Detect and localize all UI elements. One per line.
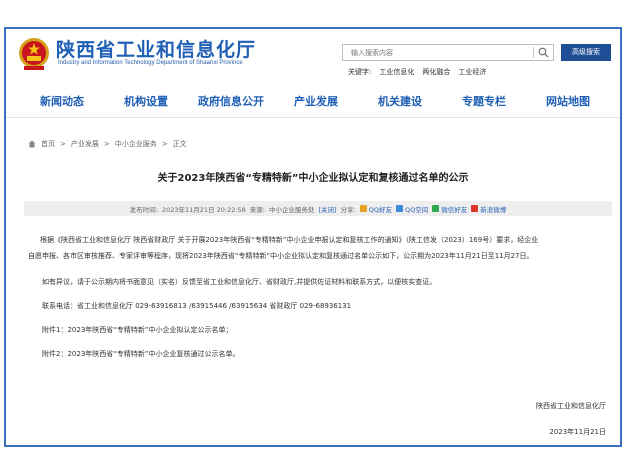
published-time: 2023年11月21日 20:22:58 — [161, 205, 246, 214]
site-subtitle: Industry and Information Technology Depa… — [58, 60, 243, 66]
nav-item-special-topics[interactable]: 专题专栏 — [462, 93, 506, 109]
share-qq-friend-label: QQ好友 — [368, 205, 393, 214]
nav-item-organ-building[interactable]: 机关建设 — [378, 93, 422, 109]
close-link[interactable]: [关闭] — [319, 204, 337, 214]
qq-icon — [359, 205, 367, 212]
site-title[interactable]: 陕西省工业和信息化厅 — [56, 35, 256, 62]
site-header: 陕西省工业和信息化厅 Industry and Information Tech… — [6, 29, 620, 83]
main-nav: 新闻动态 机构设置 政府信息公开 产业发展 机关建设 专题专栏 网站地图 — [6, 85, 620, 115]
paragraph-1-cont: 自愿申报、各市区审核推荐、专家评审等程序，现将2023年陕西省“专精特新”中小企… — [28, 252, 534, 260]
wechat-icon — [432, 205, 440, 212]
keyword-link[interactable]: 两化融合 — [422, 67, 450, 77]
nav-item-government-info[interactable]: 政府信息公开 — [198, 93, 264, 109]
paragraph-1: 根据《陕西省工业和信息化厅 陕西省财政厅 关于开展2023年陕西省“专精特新”中… — [40, 236, 539, 244]
search-keywords: 关键字: 工业信息化 两化融合 工业经济 — [348, 67, 486, 77]
article-title: 关于2023年陕西省“专精特新”中小企业拟认定和复核通过名单的公示 — [157, 173, 469, 184]
attachment-1[interactable]: 附件1：2023年陕西省“专精特新”中小企业拟认定公示名单； — [42, 325, 233, 335]
source-label: 来源: — [249, 205, 265, 214]
search-input[interactable] — [343, 45, 533, 60]
signature-date: 2023年11月21日 — [549, 428, 606, 436]
keyword-link[interactable]: 工业信息化 — [379, 67, 414, 77]
article-meta-bar: 发布时间: 2023年11月21日 20:22:58 来源: 中小企业服务处 [… — [24, 201, 612, 216]
breadcrumb-separator: > — [161, 140, 168, 148]
published-label: 发布时间: — [129, 205, 158, 214]
nav-item-sitemap[interactable]: 网站地图 — [546, 93, 590, 109]
search-box — [342, 44, 554, 61]
share-qq-friend[interactable]: QQ好友 — [359, 204, 393, 214]
keyword-link[interactable]: 工业经济 — [458, 67, 486, 77]
advanced-search-button[interactable]: 高级搜索 — [561, 44, 611, 61]
share-weibo[interactable]: 新浪微博 — [471, 204, 506, 214]
breadcrumb: 首页 > 产业发展 > 中小企业服务 > 正文 — [28, 139, 187, 149]
breadcrumb-home[interactable]: 首页 — [41, 139, 55, 149]
breadcrumb-industry[interactable]: 产业发展 — [71, 139, 99, 149]
attachment-2[interactable]: 附件2：2023年陕西省“专精特新”中小企业复核通过公示名单。 — [42, 349, 240, 359]
share-weibo-label: 新浪微博 — [480, 205, 507, 214]
keywords-label: 关键字: — [348, 68, 372, 76]
share-qzone[interactable]: QQ空间 — [396, 204, 428, 214]
share-label: 分享: — [340, 205, 356, 214]
nav-item-news[interactable]: 新闻动态 — [40, 93, 84, 109]
search-divider — [533, 47, 534, 58]
signature-org: 陕西省工业和信息化厅 — [536, 402, 606, 410]
search-icon[interactable] — [538, 47, 549, 58]
breadcrumb-separator: > — [60, 140, 66, 148]
paragraph-contact: 联系电话：省工业和信息化厅 029-63916813 /63915446 /63… — [42, 302, 352, 310]
nav-divider — [6, 117, 620, 118]
national-emblem-icon — [19, 38, 49, 70]
source-value: 中小企业服务处 — [269, 205, 315, 214]
share-wechat[interactable]: 微信好友 — [432, 204, 467, 214]
share-qzone-label: QQ空间 — [405, 205, 429, 214]
browser-frame: 陕西省工业和信息化厅 Industry and Information Tech… — [4, 27, 622, 447]
breadcrumb-current: 正文 — [172, 140, 187, 148]
nav-item-industry[interactable]: 产业发展 — [294, 93, 338, 109]
home-icon — [28, 140, 36, 148]
breadcrumb-sme-service[interactable]: 中小企业服务 — [115, 139, 157, 149]
qzone-icon — [396, 205, 404, 212]
nav-item-organization[interactable]: 机构设置 — [124, 93, 168, 109]
paragraph-2: 如有异议，请于公示期内将书面意见（实名）反馈至省工业和信息化厅、省财政厅,并提供… — [42, 278, 437, 286]
share-wechat-label: 微信好友 — [441, 205, 468, 214]
breadcrumb-separator: > — [103, 140, 110, 148]
weibo-icon — [471, 205, 479, 212]
